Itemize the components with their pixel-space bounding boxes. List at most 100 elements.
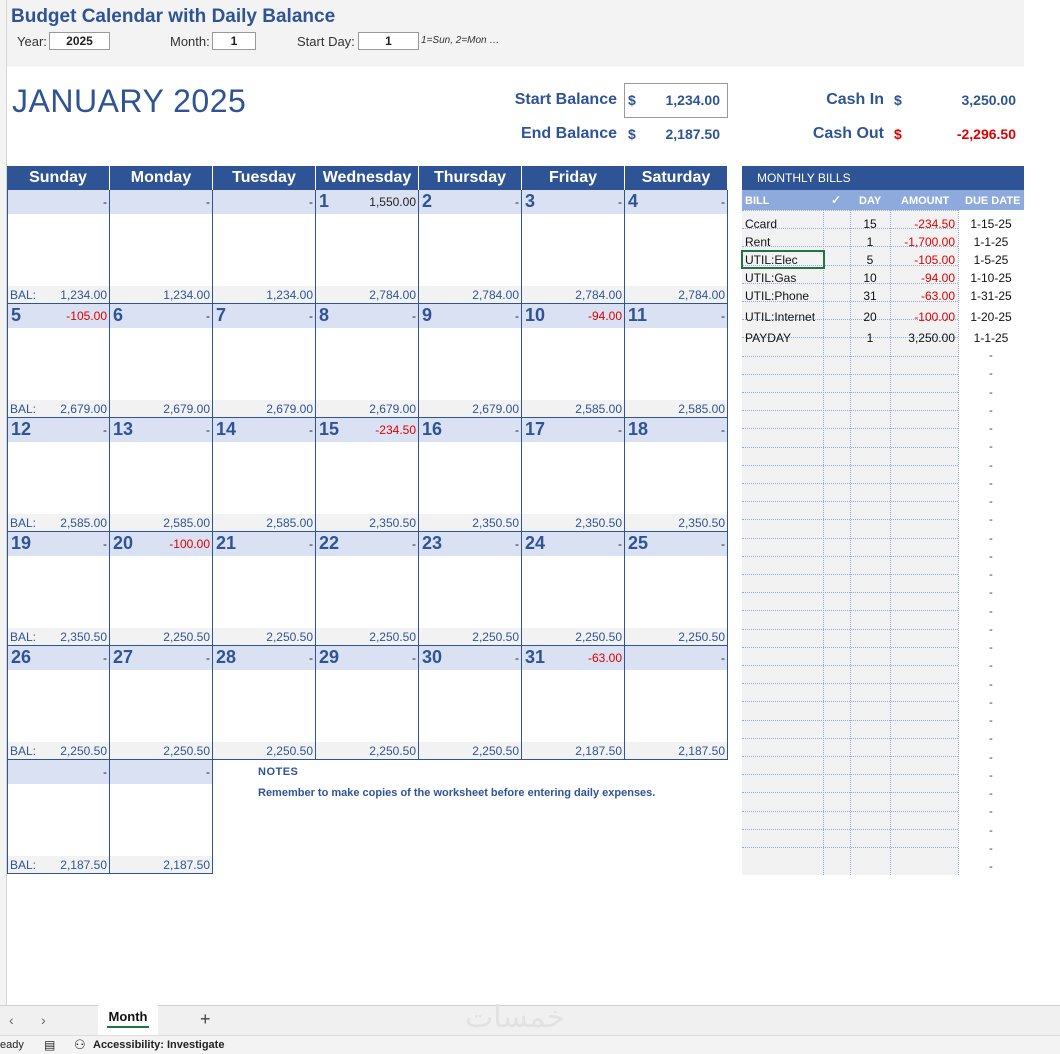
calendar-day-cell[interactable]: 29 - 2,250.50 [316, 646, 419, 760]
day-balance-row: BAL: 2,350.50 [8, 628, 109, 645]
bill-row[interactable]: UTIL:Internet 20 -100.00 1-20-25 [742, 308, 1024, 326]
calendar-day-cell[interactable]: 3-2,784.00 [522, 190, 625, 304]
calendar-day-cell[interactable]: 17 - 2,350.50 [522, 418, 625, 532]
day-header-row: 1 1,550.00 [316, 190, 418, 214]
empty-due-date: - [989, 825, 993, 837]
balance-label: BAL: [10, 288, 37, 302]
calendar-day-cell[interactable]: - 1,234.00 [213, 190, 316, 304]
sheet-tab-month[interactable]: Month [98, 1005, 158, 1035]
calendar-day-cell[interactable]: 25 - 2,250.50 [625, 532, 728, 646]
calendar-day-cell[interactable]: 11 - 2,585.00 [625, 304, 728, 418]
day-header-row: 18 - [625, 418, 727, 442]
calendar-day-cell[interactable]: - 2,187.50 [110, 760, 213, 874]
bill-day: 15 [863, 217, 877, 231]
cash-in-currency: $ [894, 92, 902, 108]
calendar-day-cell[interactable]: 12 - BAL: 2,585.00 [7, 418, 110, 532]
day-number: 17 [525, 419, 546, 439]
calendar-day-cell[interactable]: 24 - 2,250.50 [522, 532, 625, 646]
month-title: JANUARY 2025 [12, 83, 247, 119]
bill-amount: -234.50 [914, 217, 955, 231]
calendar-day-cell[interactable]: 21 - 2,250.50 [213, 532, 316, 646]
calendar-day-cell[interactable]: 18 - 2,350.50 [625, 418, 728, 532]
calendar-day-cell[interactable]: 7-2,679.00 [213, 304, 316, 418]
macro-icon[interactable]: ▤ [44, 1038, 55, 1052]
calendar-day-cell[interactable]: 19 - BAL: 2,350.50 [7, 532, 110, 646]
year-input[interactable]: 2025 [49, 32, 110, 50]
calendar-day-cell[interactable]: 2-2,784.00 [419, 190, 522, 304]
accessibility-status[interactable]: Accessibility: Investigate [93, 1039, 224, 1051]
calendar-day-cell[interactable]: 9- 2,679.00 [419, 304, 522, 418]
monthly-bills-title: MONTHLY BILLS [742, 166, 1024, 190]
calendar-day-cell[interactable]: 20 -100.00 2,250.50 [110, 532, 213, 646]
day-header-row: 9- [419, 304, 521, 328]
day-balance-row: 2,350.50 [625, 514, 727, 531]
day-amount: - [103, 765, 107, 779]
calendar-day-cell[interactable]: 5 -105.00 BAL: 2,679.00 [7, 304, 110, 418]
calendar-day-cell[interactable]: - 1,234.00 [110, 190, 213, 304]
next-sheet-icon[interactable]: › [41, 1012, 46, 1028]
bill-row[interactable]: PAYDAY 1 3,250.00 1-1-25 [742, 329, 1024, 347]
day-amount: - [309, 423, 313, 437]
day-balance: 2,679.00 [369, 402, 416, 416]
day-balance-row: BAL: 2,187.50 [8, 856, 109, 873]
day-balance: 2,784.00 [678, 288, 725, 302]
bill-row[interactable]: Ccard 15 -234.50 1-15-25 [742, 215, 1024, 233]
monthly-bills-header: BILL ✓ DAY AMOUNT DUE DATE [742, 190, 1024, 210]
calendar-day-cell[interactable]: - BAL: 2,187.50 [7, 760, 110, 874]
empty-due-date: - [989, 514, 993, 526]
day-amount: -63.00 [587, 651, 622, 665]
active-cell-selection[interactable] [741, 250, 825, 269]
bill-row[interactable]: UTIL:Gas 10 -94.00 1-10-25 [742, 269, 1024, 287]
bill-name: UTIL:Internet [745, 310, 816, 324]
day-number: 2 [422, 191, 433, 211]
bills-row-divider [742, 447, 958, 448]
calendar-day-cell[interactable]: 16 - 2,350.50 [419, 418, 522, 532]
accessibility-icon[interactable]: ⚇ [74, 1037, 86, 1053]
calendar-day-cell[interactable]: 8-2,679.00 [316, 304, 419, 418]
start-day-input[interactable]: 1 [358, 32, 419, 50]
prev-sheet-icon[interactable]: ‹ [9, 1012, 14, 1028]
day-number: 28 [216, 647, 237, 667]
watermark-logo: خمسات [465, 1000, 566, 1035]
day-balance: 2,250.50 [369, 744, 416, 758]
empty-due-date: - [989, 350, 993, 362]
day-balance: 1,234.00 [60, 288, 107, 302]
day-number: 31 [525, 647, 546, 667]
day-amount: - [515, 195, 519, 209]
calendar-day-cell[interactable]: 15 -234.50 2,350.50 [316, 418, 419, 532]
day-number: 27 [113, 647, 134, 667]
day-balance-row: 2,679.00 [316, 400, 418, 417]
calendar-day-cell[interactable]: 14 - 2,585.00 [213, 418, 316, 532]
bills-row-divider [742, 829, 958, 830]
calendar-day-cell[interactable]: 4-2,784.00 [625, 190, 728, 304]
start-balance-value[interactable]: 1,234.00 [640, 92, 721, 108]
calendar-day-cell[interactable]: 13 - 2,585.00 [110, 418, 213, 532]
calendar-day-cell[interactable]: 1 1,550.00 2,784.00 [316, 190, 419, 304]
calendar-day-cell[interactable]: 10 -94.00 2,585.00 [522, 304, 625, 418]
day-amount: - [618, 195, 622, 209]
bill-row[interactable]: UTIL:Phone 31 -63.00 1-31-25 [742, 287, 1024, 305]
bill-day: 10 [863, 271, 877, 285]
day-number: 13 [113, 419, 134, 439]
calendar-day-cell[interactable]: 27 - 2,250.50 [110, 646, 213, 760]
app-title: Budget Calendar with Daily Balance [11, 6, 336, 27]
bill-row[interactable]: Rent 1 -1,700.00 1-1-25 [742, 233, 1024, 251]
balance-label: BAL: [10, 402, 37, 416]
calendar-day-cell[interactable]: 26 - BAL: 2,250.50 [7, 646, 110, 760]
calendar-day-cell[interactable]: 31 -63.00 2,187.50 [522, 646, 625, 760]
calendar-day-cell[interactable]: 22 - 2,250.50 [316, 532, 419, 646]
day-balance: 2,784.00 [369, 288, 416, 302]
calendar-day-cell[interactable]: - 2,187.50 [625, 646, 728, 760]
calendar-day-cell[interactable]: 23 - 2,250.50 [419, 532, 522, 646]
calendar-day-cell[interactable]: 30 - 2,250.50 [419, 646, 522, 760]
day-amount: - [515, 423, 519, 437]
notes-text[interactable]: Remember to make copies of the worksheet… [258, 787, 655, 799]
calendar-day-cell[interactable]: - BAL: 1,234.00 [7, 190, 110, 304]
day-amount: - [412, 309, 416, 323]
day-balance: 2,679.00 [472, 402, 519, 416]
calendar-day-cell[interactable]: 6-2,679.00 [110, 304, 213, 418]
month-input[interactable]: 1 [212, 32, 256, 50]
add-sheet-button[interactable]: + [200, 1009, 211, 1030]
calendar-day-cell[interactable]: 28 - 2,250.50 [213, 646, 316, 760]
day-amount: - [721, 309, 725, 323]
